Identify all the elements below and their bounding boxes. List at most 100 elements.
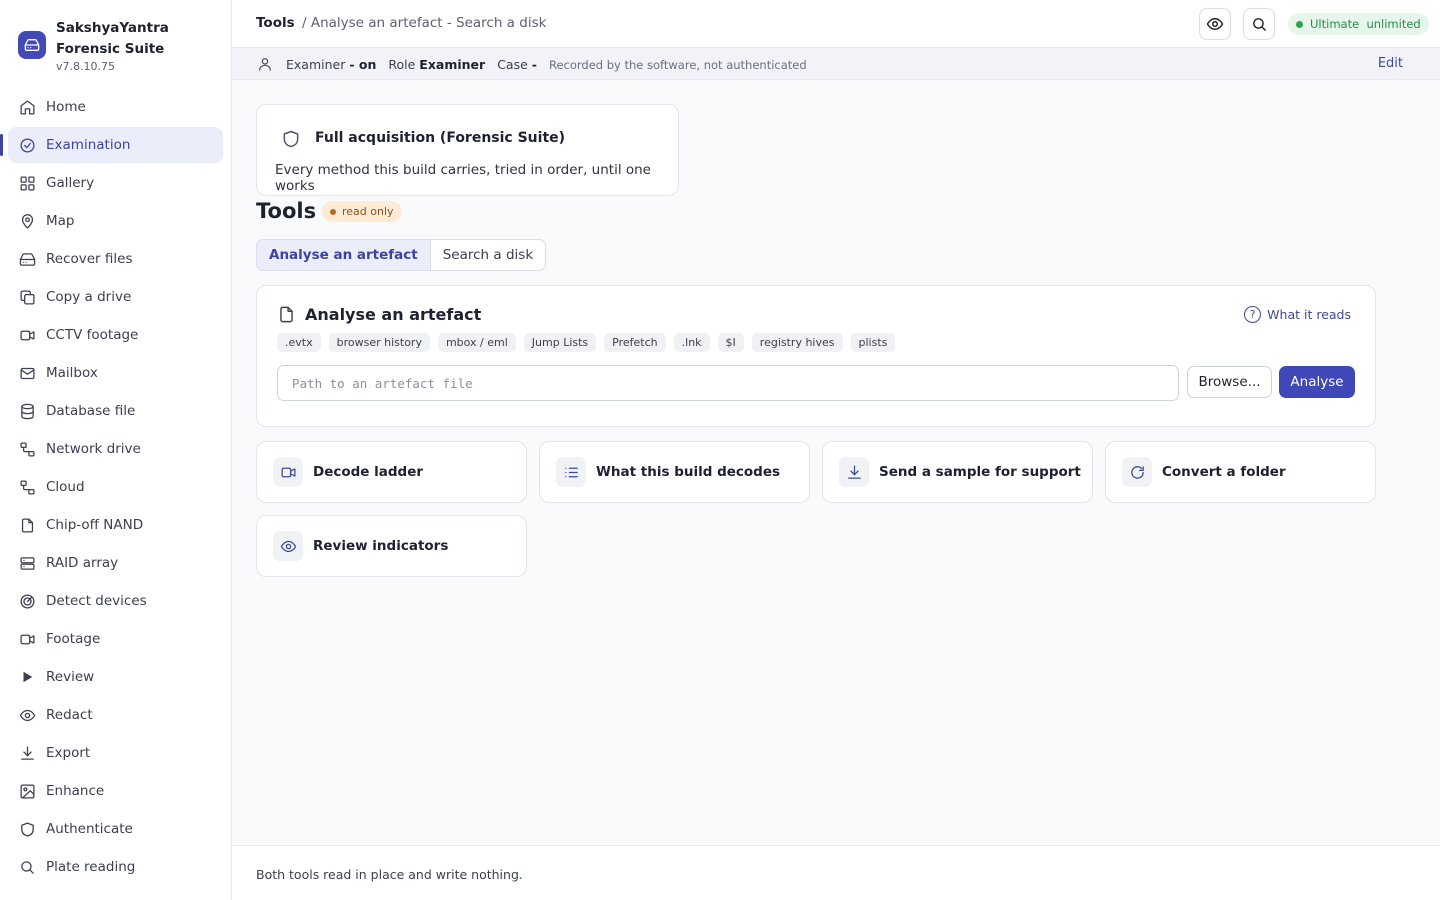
copy-icon [18, 288, 36, 306]
full-acquisition-card[interactable]: Full acquisition (Forensic Suite) Every … [256, 104, 679, 196]
sidebar-item-redact[interactable]: Redact [8, 697, 223, 733]
eye-icon [1206, 15, 1224, 33]
sidebar-item-review[interactable]: Review [8, 659, 223, 695]
role-value: Examiner [419, 57, 486, 72]
decode-ladder-card[interactable]: Decode ladder [256, 441, 527, 503]
sidebar-item-label: Cloud [46, 479, 85, 495]
sidebar-item-home[interactable]: Home [8, 89, 223, 125]
sidebar-item-examination[interactable]: Examination [0, 127, 223, 163]
authentication-note: Recorded by the software, not authentica… [548, 58, 807, 72]
drive-logo-icon [18, 31, 46, 59]
app-name: SakshyaYantra Forensic Suite [56, 20, 169, 57]
artefact-type-chips: .evtx browser history mbox / eml Jump Li… [277, 333, 896, 352]
sidebar-item-export[interactable]: Export [8, 735, 223, 771]
sidebar-item-label: Footage [46, 631, 101, 647]
sidebar-item-label: Plate reading [46, 859, 136, 875]
sidebar-item-chip-off-nand[interactable]: Chip-off NAND [8, 507, 223, 543]
tab-search-a-disk[interactable]: Search a disk [431, 240, 545, 270]
examiner-strip: Examiner - on Role Examiner Case - Recor… [232, 48, 1440, 80]
sidebar-item-mailbox[interactable]: Mailbox [8, 355, 223, 391]
sidebar-item-label: RAID array [46, 555, 119, 571]
browse-button[interactable]: Browse... [1187, 366, 1272, 398]
sidebar-item-database-file[interactable]: Database file [8, 393, 223, 429]
download-icon [839, 457, 869, 487]
file-icon [18, 516, 36, 534]
what-it-reads-link[interactable]: ? What it reads [1244, 306, 1351, 323]
analyse-artefact-panel: Analyse an artefact ? What it reads .evt… [256, 285, 1376, 427]
sidebar-item-map[interactable]: Map [8, 203, 223, 239]
sidebar-item-recover-files[interactable]: Recover files [8, 241, 223, 277]
sidebar-item-label: Recover files [46, 251, 133, 267]
sidebar-item-cctv-footage[interactable]: CCTV footage [8, 317, 223, 353]
database-icon [18, 402, 36, 420]
what-it-reads-label: What it reads [1267, 307, 1351, 322]
case-label: Case [497, 57, 528, 72]
sidebar-item-network-drive[interactable]: Network drive [8, 431, 223, 467]
sidebar-item-footage[interactable]: Footage [8, 621, 223, 657]
status-dot-icon [330, 208, 336, 215]
tool-card-label: Review indicators [313, 538, 449, 554]
mail-icon [18, 364, 36, 382]
top-bar: Tools / Analyse an artefact - Search a d… [232, 0, 1440, 48]
preview-button[interactable] [1199, 8, 1231, 40]
search-button[interactable] [1243, 8, 1275, 40]
user-icon [257, 56, 273, 72]
analyse-button[interactable]: Analyse [1279, 366, 1355, 398]
radar-icon [18, 592, 36, 610]
video-icon [273, 457, 303, 487]
examiner-value: - on [349, 57, 377, 72]
check-circle-icon [18, 136, 36, 154]
shield-icon [18, 820, 36, 838]
sidebar-item-authenticate[interactable]: Authenticate [8, 811, 223, 847]
convert-folder-card[interactable]: Convert a folder [1105, 441, 1376, 503]
examiner-info: Examiner - on Role Examiner Case - Recor… [286, 57, 807, 72]
app-version: v7.8.10.75 [56, 60, 115, 73]
send-sample-card[interactable]: Send a sample for support [822, 441, 1093, 503]
sidebar-item-label: Authenticate [46, 821, 133, 837]
sidebar-item-cloud[interactable]: Cloud [8, 469, 223, 505]
sidebar-item-label: Chip-off NAND [46, 517, 144, 533]
sidebar-item-detect-devices[interactable]: Detect devices [8, 583, 223, 619]
artefact-chip: mbox / eml [437, 333, 516, 352]
sidebar-item-copy-a-drive[interactable]: Copy a drive [8, 279, 223, 315]
sidebar-item-enhance[interactable]: Enhance [8, 773, 223, 809]
sidebar-item-plate-reading[interactable]: Plate reading [8, 849, 223, 885]
footer: Both tools read in place and write nothi… [232, 845, 1440, 900]
breadcrumb-root[interactable]: Tools [256, 15, 295, 31]
edit-examiner-link[interactable]: Edit [1378, 56, 1403, 71]
tool-card-label: Convert a folder [1162, 464, 1286, 480]
artefact-chip: registry hives [751, 333, 843, 352]
read-only-label: read only [342, 205, 394, 218]
sidebar-item-raid-array[interactable]: RAID array [8, 545, 223, 581]
sidebar-item-label: Home [46, 99, 86, 115]
sidebar-nav: Home Examination Gallery Map Recover fil… [0, 89, 223, 887]
license-label: Ultimate unlimited [1310, 17, 1421, 31]
video-icon [18, 630, 36, 648]
review-indicators-card[interactable]: Review indicators [256, 515, 527, 577]
case-value: - [531, 57, 537, 72]
hard-drive-icon [18, 250, 36, 268]
tab-analyse-an-artefact[interactable]: Analyse an artefact [257, 240, 431, 270]
sidebar-item-label: Redact [46, 707, 93, 723]
artefact-chip: Jump Lists [523, 333, 597, 352]
artefact-chip: $I [717, 333, 744, 352]
eye-icon [273, 531, 303, 561]
acquisition-description: Every method this build carries, tried i… [275, 162, 651, 194]
sidebar-item-gallery[interactable]: Gallery [8, 165, 223, 201]
license-badge: Ultimate unlimited [1288, 13, 1429, 35]
download-icon [18, 744, 36, 762]
video-icon [18, 326, 36, 344]
what-this-build-decodes-card[interactable]: What this build decodes [539, 441, 810, 503]
sidebar-item-label: Map [46, 213, 75, 229]
acquisition-title: Full acquisition (Forensic Suite) [315, 130, 566, 146]
artefact-chip: Prefetch [604, 333, 666, 352]
tool-card-label: What this build decodes [596, 464, 781, 480]
file-icon [277, 305, 296, 324]
sidebar-item-label: CCTV footage [46, 327, 139, 343]
eye-icon [18, 706, 36, 724]
tool-card-label: Send a sample for support [879, 464, 1081, 480]
sidebar-item-label: Copy a drive [46, 289, 132, 305]
examiner-label: Examiner [286, 57, 346, 72]
artefact-path-input[interactable] [277, 365, 1179, 401]
server-icon [18, 554, 36, 572]
